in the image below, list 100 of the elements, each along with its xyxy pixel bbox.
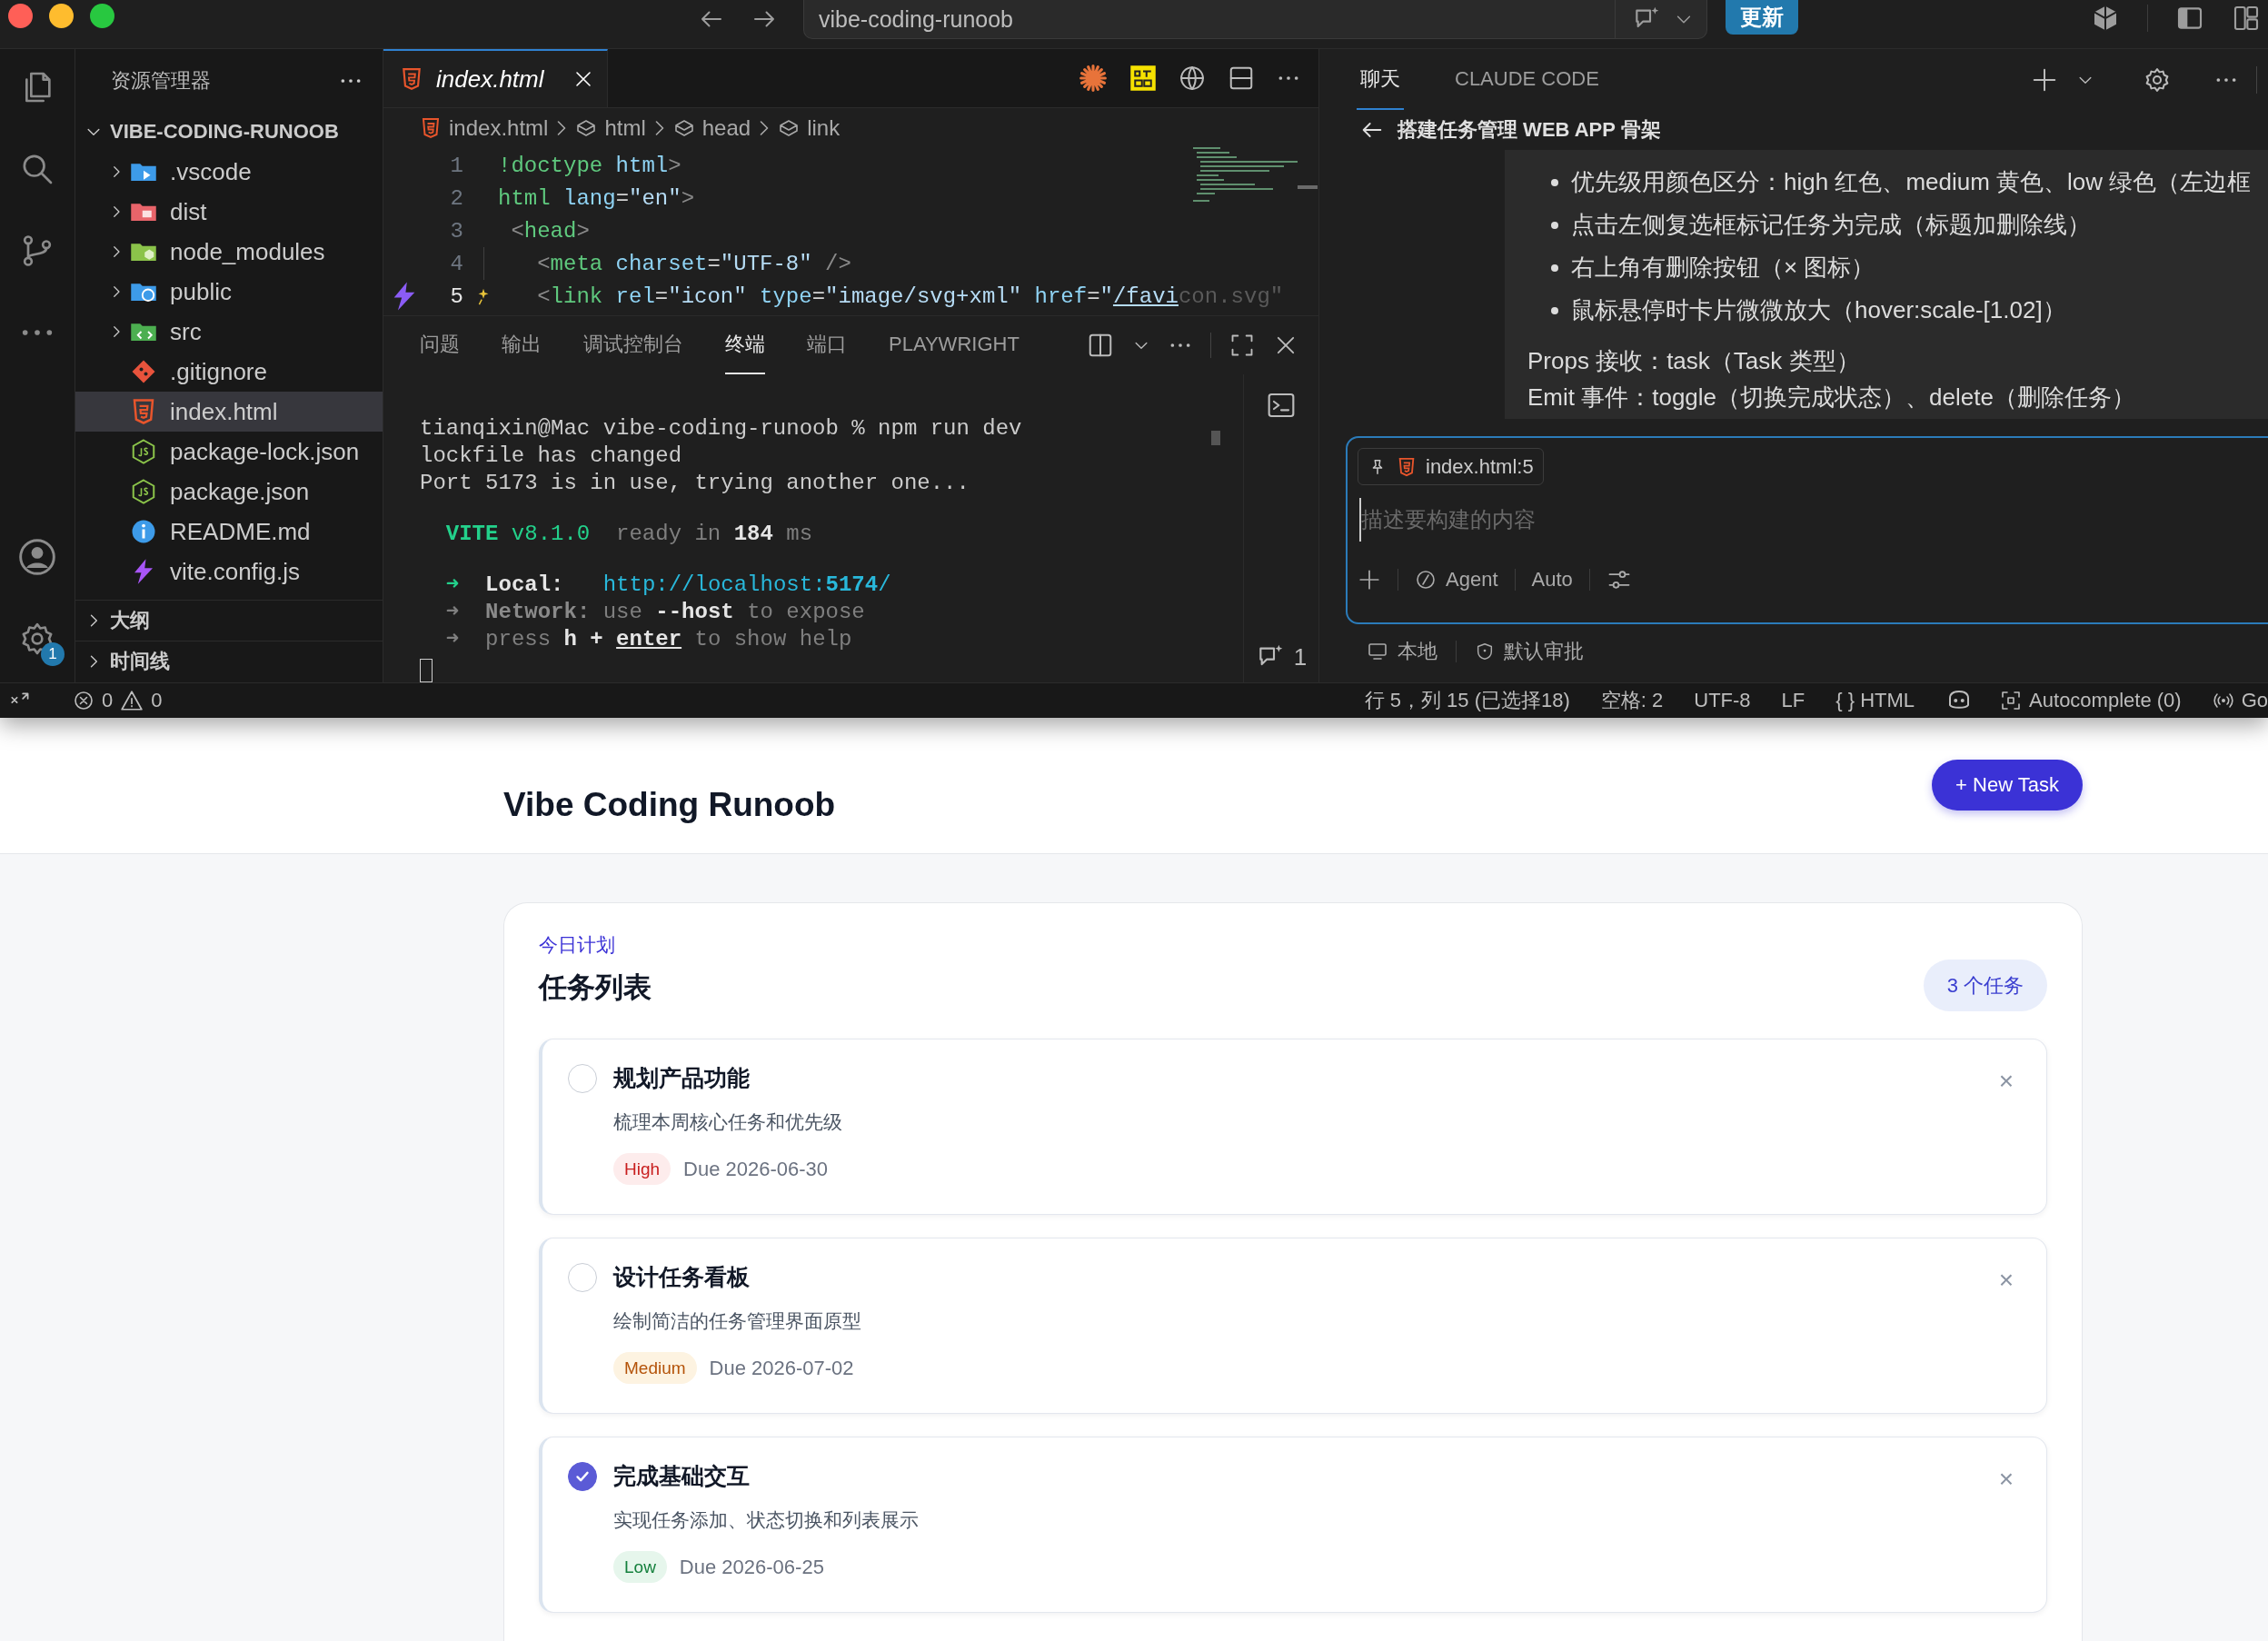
line-number: 1 <box>449 153 463 178</box>
chat-input[interactable]: 描述要构建的内容 <box>1359 498 1995 542</box>
code-line: <head> <box>510 218 590 244</box>
folder-item[interactable]: node_modules <box>75 232 383 272</box>
shield-icon <box>1475 641 1495 661</box>
chat-title: 搭建任务管理 WEB APP 骨架 <box>1398 117 1661 143</box>
model-button[interactable]: Auto <box>1531 568 1573 592</box>
terminal-line: ➜ press h + enter to show help <box>444 626 852 653</box>
chat-tab[interactable]: CLAUDE CODE <box>1451 49 1603 110</box>
hexagon-icon <box>130 438 157 465</box>
breadcrumb-item[interactable]: link <box>778 114 841 141</box>
bracket-grid-icon <box>2000 690 2023 711</box>
window-title: vibe-coding-runoob <box>819 5 1015 33</box>
terminal-icon[interactable] <box>1267 391 1296 420</box>
app-title: Vibe Coding Runoob <box>503 786 836 824</box>
editor-tab[interactable]: index.html <box>383 49 608 108</box>
status-item[interactable]: 行 5，列 15 (已选择18) <box>1364 687 1570 714</box>
section-header[interactable]: 大纲 <box>75 600 383 641</box>
task-checkbox[interactable] <box>568 1461 597 1491</box>
autocomplete-item[interactable]: Autocomplete (0) <box>2000 689 2182 712</box>
folder-item[interactable]: src <box>75 312 383 352</box>
file-item[interactable]: vite.config.js <box>75 552 383 592</box>
status-item[interactable]: { } HTML <box>1835 689 1915 712</box>
line-number: 5 <box>449 283 463 309</box>
breadcrumb-item[interactable]: head <box>672 114 751 141</box>
monitor-icon <box>1367 641 1388 662</box>
section-eyebrow: 今日计划 <box>539 933 616 957</box>
bullet-text: 鼠标悬停时卡片微微放大（hover:scale-[1.02]） <box>1571 295 2066 325</box>
panel-tab[interactable]: PLAYWRIGHT <box>889 316 1020 374</box>
settings-icon[interactable] <box>2144 65 2171 94</box>
section-header[interactable]: 时间线 <box>75 641 383 681</box>
error-icon <box>73 690 94 711</box>
folder-item[interactable]: .vscode <box>75 152 383 192</box>
footer-option[interactable]: 本地 <box>1367 638 1437 665</box>
message-line: Emit 事件：toggle（切换完成状态）、delete（删除任务） <box>1527 382 2136 413</box>
account-icon[interactable] <box>17 537 57 577</box>
status-item[interactable]: 空格: 2 <box>1600 687 1664 714</box>
breadcrumb-item[interactable]: index.html <box>420 114 549 141</box>
window-zoom-button[interactable] <box>90 4 114 28</box>
plus-icon[interactable] <box>1358 568 1381 592</box>
file-item[interactable]: README.md <box>75 512 383 552</box>
file-item[interactable]: package-lock.json <box>75 432 383 472</box>
line-number: 3 <box>449 218 463 244</box>
priority-badge: Medium <box>613 1352 697 1384</box>
due-date: Due 2026-06-30 <box>683 1157 829 1181</box>
file-item[interactable]: index.html <box>75 392 383 432</box>
folder-item[interactable]: dist <box>75 192 383 232</box>
bullet-dot <box>1551 264 1558 272</box>
chevron-right-icon <box>557 120 567 135</box>
html-file-icon <box>1397 456 1417 477</box>
code-line: <link rel="icon" type="image/svg+xml" href="/favicon.svg" <box>536 283 1284 309</box>
folder-root[interactable]: VIBE-CODING-RUNOOB <box>75 112 383 152</box>
terminal-line: VITE v8.1.0 ready in 184 ms <box>444 521 813 548</box>
code-line: !doctype html> <box>498 153 681 178</box>
command-center-search[interactable]: vibe-coding-runoob <box>803 0 1707 39</box>
layout-icon[interactable] <box>2232 4 2261 33</box>
file-item[interactable]: package.json <box>75 472 383 512</box>
task-title: 设计任务看板 <box>613 1263 750 1291</box>
maximize-icon[interactable] <box>1229 333 1255 358</box>
panel-tab[interactable]: 输出 <box>502 316 542 374</box>
priority-badge: Low <box>613 1551 667 1583</box>
chat-count-button[interactable]: 1 <box>1255 642 1308 671</box>
folder-item[interactable]: public <box>75 272 383 312</box>
mode-button[interactable]: Agent <box>1415 568 1498 592</box>
terminal-line: Port 5173 is in use, trying another one... <box>420 470 970 497</box>
code-line: html lang="en"> <box>498 185 695 211</box>
footer-option[interactable]: 默认审批 <box>1475 638 1584 665</box>
context-chip[interactable]: index.html:5 <box>1358 448 1544 485</box>
update-button[interactable]: 更新 <box>1726 0 1798 35</box>
bullet-dot <box>1551 306 1558 314</box>
window-close-button[interactable] <box>8 4 33 28</box>
terminal-line: ➜ Network: use --host to expose <box>444 599 865 626</box>
panel-tab[interactable]: 调试控制台 <box>583 316 683 374</box>
message-line: Props 接收：task（Task 类型） <box>1527 345 1861 376</box>
warning-icon <box>120 689 144 712</box>
breadcrumb-item[interactable]: html <box>575 114 646 141</box>
line-number: 2 <box>449 185 463 211</box>
split-terminal-icon[interactable] <box>1087 332 1114 359</box>
html-file-icon <box>400 67 423 92</box>
due-date: Due 2026-06-25 <box>679 1555 824 1579</box>
globe-icon[interactable] <box>1179 65 1206 93</box>
broadcast-item[interactable]: Go <box>2212 689 2268 712</box>
square-glyph-icon[interactable] <box>1129 65 1157 93</box>
problems-item[interactable]: 0 0 <box>73 689 163 712</box>
status-item[interactable]: LF <box>1781 689 1805 712</box>
panel-tab[interactable]: 终端 <box>725 316 765 374</box>
file-item[interactable]: .gitignore <box>75 352 383 392</box>
new-task-button[interactable]: + New Task <box>1932 760 2083 811</box>
bullet-text: 优先级用颜色区分：high 红色、medium 黄色、low 绿色（左边框 <box>1571 167 2252 197</box>
chat-tab[interactable]: 聊天 <box>1357 49 1404 110</box>
chevron-right-icon <box>654 120 664 135</box>
panel-tab[interactable]: 端口 <box>807 316 847 374</box>
panel-tab[interactable]: 问题 <box>420 316 460 374</box>
status-item[interactable]: UTF-8 <box>1694 689 1751 712</box>
terminal-line: ➜ Local: http://localhost:5174/ <box>444 572 891 599</box>
section-title: 任务列表 <box>539 970 652 1005</box>
asterisk-icon[interactable] <box>1079 64 1108 94</box>
window-minimize-button[interactable] <box>49 4 74 28</box>
bullet-dot <box>1551 221 1558 229</box>
agent-icon <box>1415 569 1437 591</box>
